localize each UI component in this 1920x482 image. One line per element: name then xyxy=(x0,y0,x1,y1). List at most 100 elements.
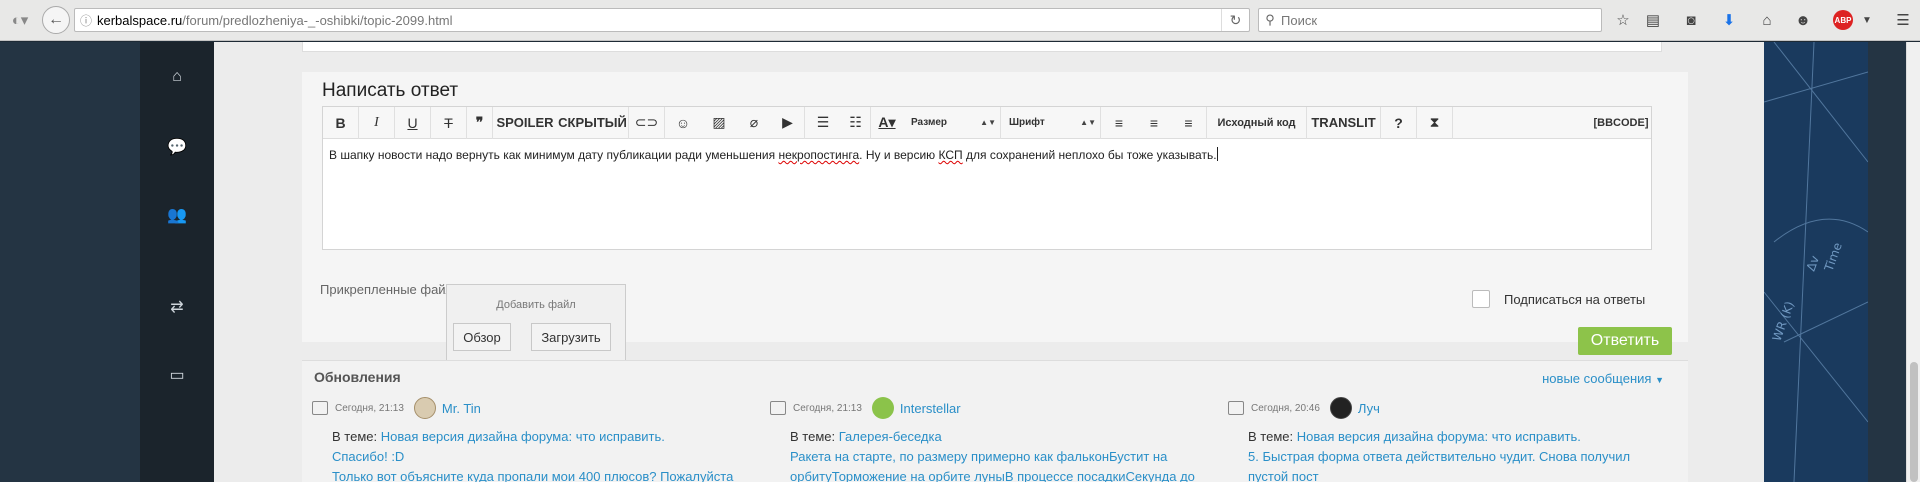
caret-down-icon: ▼ xyxy=(1655,375,1664,385)
back-button[interactable]: ← xyxy=(42,6,70,34)
chat-icon[interactable]: ☻ xyxy=(1792,9,1814,31)
select-arrow-icon: ▲▼ xyxy=(980,118,996,127)
update-excerpt[interactable]: пустой пост xyxy=(1248,469,1319,482)
youtube-icon[interactable]: ▶ xyxy=(771,106,805,139)
editor-textarea[interactable]: В шапку новости надо вернуть как минимум… xyxy=(329,147,1218,162)
avatar[interactable] xyxy=(871,397,894,419)
chevron-down-icon[interactable]: ▼ xyxy=(1856,9,1878,31)
quote-button[interactable]: ❞ xyxy=(467,106,493,139)
update-time: Сегодня, 20:46 xyxy=(1251,402,1320,414)
update-user-link[interactable]: Interstellar xyxy=(900,401,961,416)
upload-button[interactable]: Загрузить xyxy=(531,323,611,351)
update-excerpt[interactable]: Только вот объясните куда пропали мои 40… xyxy=(332,469,733,482)
updates-panel: Обновления новые сообщения ▼ Сегодня, 21… xyxy=(302,360,1688,482)
reload-icon[interactable]: ↻ xyxy=(1221,9,1249,31)
spoiler-button[interactable]: SPOILER xyxy=(493,107,557,139)
update-user-link[interactable]: Луч xyxy=(1358,401,1380,416)
strikethrough-button[interactable]: T xyxy=(431,106,467,139)
topic-prefix: В теме: xyxy=(332,429,378,444)
editor-text-part: В шапку новости надо вернуть как минимум… xyxy=(329,148,779,162)
chat-icon[interactable]: 💬 xyxy=(140,132,214,162)
browser-toolbar: ◐▾ ← ⓘ kerbalspace.ru/forum/predlozheniy… xyxy=(0,0,1920,41)
new-messages-link[interactable]: новые сообщения ▼ xyxy=(1542,371,1664,386)
underline-button[interactable]: U xyxy=(395,106,431,139)
info-icon[interactable]: ⓘ xyxy=(75,12,97,29)
hidden-button[interactable]: СКРЫТЫЙ xyxy=(557,106,629,139)
menu-icon[interactable]: ☰ xyxy=(1892,9,1914,31)
update-excerpt[interactable]: 5. Быстрая форма ответа действительно чу… xyxy=(1248,449,1630,464)
translit-button[interactable]: TRANSLIT xyxy=(1307,106,1381,139)
align-center-icon[interactable]: ≡ xyxy=(1137,107,1171,139)
align-left-icon[interactable]: ≡ xyxy=(1101,107,1137,139)
update-excerpt[interactable]: Ракета на старте, по размеру примерно ка… xyxy=(790,449,1167,464)
pocket-icon[interactable]: ◙ xyxy=(1680,9,1702,31)
submit-reply-button[interactable]: Ответить xyxy=(1578,327,1672,355)
emoji-icon[interactable]: ☺ xyxy=(665,107,701,139)
bookmark-star-icon[interactable]: ☆ xyxy=(1612,9,1634,31)
update-excerpt[interactable]: орбитуТорможение на орбите луныВ процесс… xyxy=(790,469,1195,482)
topic-link[interactable]: Новая версия дизайна форума: что исправи… xyxy=(381,429,665,444)
bbcode-button[interactable]: [BBCODE] xyxy=(1591,107,1651,139)
retweet-icon[interactable]: ⇄ xyxy=(140,292,214,322)
update-excerpt[interactable]: Спасибо! :D xyxy=(332,449,404,464)
svg-text:WR (K): WR (K) xyxy=(1770,299,1797,343)
comment-icon xyxy=(312,401,328,415)
topic-link[interactable]: Новая версия дизайна форума: что исправи… xyxy=(1297,429,1581,444)
avatar[interactable] xyxy=(1329,397,1352,419)
italic-button[interactable]: I xyxy=(359,106,395,139)
attachments-label: Прикрепленные файлы xyxy=(320,282,463,297)
misspelled-word: некропостинга xyxy=(778,148,860,162)
home-icon[interactable]: ⌂ xyxy=(140,62,214,92)
avatar[interactable] xyxy=(413,397,436,419)
history-icon[interactable]: ◐▾ xyxy=(6,8,34,32)
update-time: Сегодня, 21:13 xyxy=(335,402,404,414)
download-icon[interactable]: ⬇ xyxy=(1718,9,1740,31)
text-color-icon[interactable]: A▾ xyxy=(871,107,903,139)
blueprint-drawing: Δv Time WR (K) xyxy=(1764,42,1868,482)
update-time: Сегодня, 21:13 xyxy=(793,402,862,414)
attachment-icon[interactable]: ⌀ xyxy=(737,107,771,139)
search-placeholder: Поиск xyxy=(1281,12,1318,28)
update-header: Сегодня, 21:13 Mr. Tin xyxy=(312,397,481,419)
help-button[interactable]: ? xyxy=(1381,106,1417,139)
browse-button[interactable]: Обзор xyxy=(453,323,511,351)
size-select[interactable]: Размер ▲▼ xyxy=(903,106,1001,139)
align-right-icon[interactable]: ≡ xyxy=(1171,106,1207,139)
update-header: Сегодня, 21:13 Interstellar xyxy=(770,397,961,419)
update-topic: В теме: Новая версия дизайна форума: что… xyxy=(1248,429,1581,444)
scrollbar-thumb[interactable] xyxy=(1910,362,1918,482)
updates-title: Обновления xyxy=(314,369,401,385)
reading-list-icon[interactable]: ▤ xyxy=(1642,9,1664,31)
subscribe-checkbox[interactable] xyxy=(1472,290,1490,308)
update-topic: В теме: Новая версия дизайна форума: что… xyxy=(332,429,665,444)
users-icon[interactable]: 👥 xyxy=(140,200,214,230)
subscribe-label: Подписаться на ответы xyxy=(1504,291,1646,307)
editor: B I U T ❞ SPOILER СКРЫТЫЙ ⊂⊃ ☺ ▨ ⌀ ▶ ☰ ☷… xyxy=(322,106,1652,250)
source-code-button[interactable]: Исходный код xyxy=(1207,106,1307,139)
background-right xyxy=(1868,42,1906,482)
update-user-link[interactable]: Mr. Tin xyxy=(442,401,481,416)
font-select[interactable]: Шрифт ▲▼ xyxy=(1001,106,1101,139)
url-path: /forum/predlozheniya-_-oshibki/topic-209… xyxy=(182,12,453,28)
adblock-icon[interactable]: ABP xyxy=(1833,10,1853,30)
misspelled-word: КСП xyxy=(938,148,963,162)
image-icon[interactable]: ▨ xyxy=(701,107,737,139)
subscribe-toggle[interactable]: Подписаться на ответы xyxy=(1472,290,1645,308)
page-scrollbar[interactable] xyxy=(1906,42,1920,482)
bold-button[interactable]: B xyxy=(323,106,359,139)
numbered-list-icon[interactable]: ☷ xyxy=(841,106,871,139)
font-select-label: Шрифт xyxy=(1009,117,1045,128)
page: ⌂ 💬 👥 ⇄ ▭ Написать ответ B I U T ❞ SPOIL… xyxy=(0,42,1920,482)
search-input[interactable]: ⚲ Поиск xyxy=(1258,8,1602,32)
bullet-list-icon[interactable]: ☰ xyxy=(805,107,841,139)
link-icon[interactable]: ⊂⊃ xyxy=(629,106,665,139)
address-bar[interactable]: ⓘ kerbalspace.ru/forum/predlozheniya-_-o… xyxy=(74,8,1250,32)
topic-link[interactable]: Галерея-беседка xyxy=(839,429,942,444)
home-icon[interactable]: ⌂ xyxy=(1756,9,1778,31)
comment-icon xyxy=(1228,401,1244,415)
size-select-label: Размер xyxy=(911,117,948,128)
background-left xyxy=(0,42,140,482)
svg-text:Time: Time xyxy=(1821,241,1845,274)
folder-icon[interactable]: ▭ xyxy=(140,360,214,390)
format-eraser-icon[interactable]: ⧗ xyxy=(1417,106,1453,139)
